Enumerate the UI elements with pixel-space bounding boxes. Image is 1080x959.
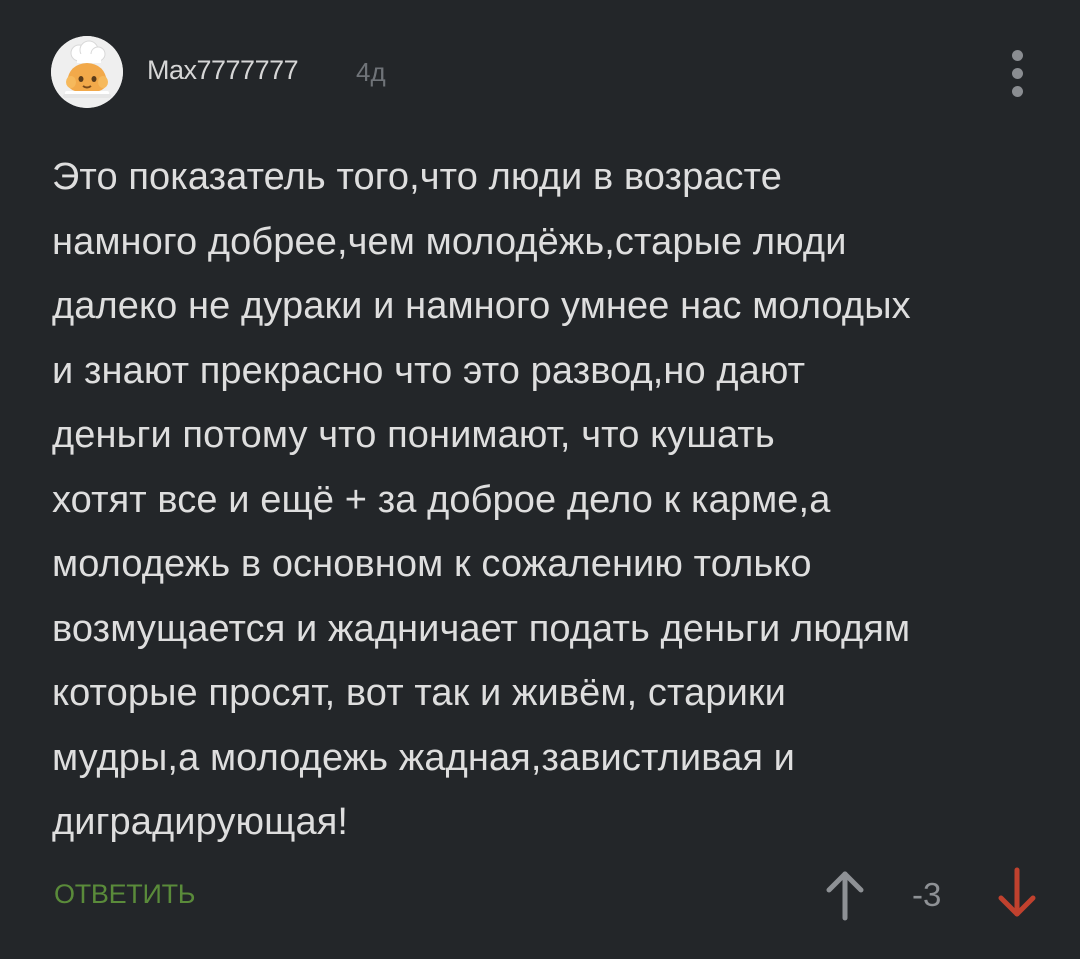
arrow-down-icon: [998, 867, 1036, 917]
author-name[interactable]: Max7777777: [147, 55, 299, 86]
more-vertical-icon[interactable]: [1002, 44, 1032, 104]
upvote-button[interactable]: [822, 866, 868, 922]
comment-header: Max7777777 4д: [50, 34, 1040, 110]
reply-button[interactable]: ОТВЕТИТЬ: [54, 879, 196, 910]
comment-rating: -3: [912, 876, 942, 913]
arrow-up-icon: [826, 871, 864, 921]
downvote-button[interactable]: [994, 866, 1040, 922]
chef-hat-avatar-icon: [51, 36, 123, 108]
user-avatar[interactable]: [51, 36, 123, 108]
comment-text: Это показатель того,что люди в возрасте …: [52, 156, 911, 843]
comment-age: 4д: [356, 57, 386, 87]
